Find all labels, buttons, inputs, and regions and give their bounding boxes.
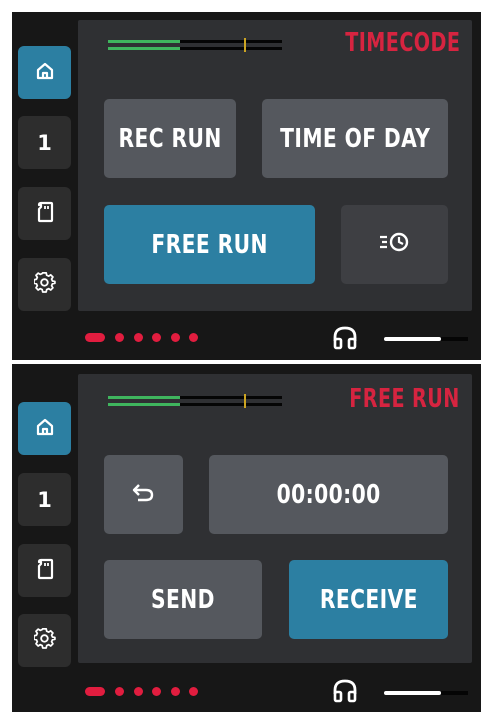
free-run-button[interactable]: FREE RUN	[104, 205, 315, 284]
page-dot-current	[85, 333, 105, 342]
gear-icon	[32, 627, 56, 654]
home-icon	[35, 417, 55, 441]
gear-icon	[32, 271, 56, 298]
main-screen: TIMECODE REC RUN TIME OF DAY FREE RUN	[78, 20, 472, 311]
volume-fill	[384, 337, 441, 341]
mode-title: FREE RUN	[349, 384, 460, 414]
volume-slider[interactable]	[384, 691, 468, 695]
back-button[interactable]	[104, 455, 183, 534]
page-dot	[134, 333, 143, 342]
sidebar-home-button[interactable]	[18, 46, 71, 99]
page-indicator	[85, 333, 205, 343]
page-dot	[171, 687, 180, 696]
free-run-panel: 1 FREE RUN 00:00:00 SEND RECEIVE	[12, 364, 481, 712]
headphones-icon[interactable]	[332, 678, 358, 704]
channel-number: 1	[37, 487, 52, 512]
volume-fill	[384, 691, 441, 695]
undo-arrow-icon	[132, 480, 156, 510]
volume-slider[interactable]	[384, 337, 468, 341]
send-button[interactable]: SEND	[104, 560, 262, 639]
timecode-value-field[interactable]: 00:00:00	[209, 455, 448, 534]
page-dot	[152, 687, 161, 696]
page-indicator	[85, 687, 205, 697]
sidebar-sd-card-button[interactable]	[18, 544, 71, 597]
headphones-icon[interactable]	[332, 325, 358, 351]
sidebar-settings-button[interactable]	[18, 614, 71, 667]
page-dot-current	[85, 687, 105, 696]
page-dot	[189, 687, 198, 696]
page-dot	[115, 687, 124, 696]
page-dot	[171, 333, 180, 342]
mode-title: TIMECODE	[344, 28, 460, 58]
home-icon	[35, 61, 55, 85]
audio-level-meter	[108, 394, 282, 408]
sd-card-icon	[35, 558, 55, 584]
sd-card-icon	[35, 201, 55, 227]
sidebar-settings-button[interactable]	[18, 258, 71, 311]
page-dot	[115, 333, 124, 342]
timecode-menu-panel: 1 TIMECODE REC RUN TIME OF DAY FREE RUN	[12, 12, 481, 360]
sidebar-channel-1-button[interactable]: 1	[18, 116, 71, 169]
page-dot	[189, 333, 198, 342]
list-clock-icon	[378, 230, 412, 260]
rec-run-button[interactable]: REC RUN	[104, 99, 236, 178]
receive-button[interactable]: RECEIVE	[289, 560, 448, 639]
main-screen: FREE RUN 00:00:00 SEND RECEIVE	[78, 374, 472, 663]
time-of-day-button[interactable]: TIME OF DAY	[262, 99, 448, 178]
channel-number: 1	[37, 130, 52, 155]
sidebar-home-button[interactable]	[18, 402, 71, 455]
sidebar-sd-card-button[interactable]	[18, 187, 71, 240]
audio-level-meter	[108, 38, 282, 52]
page-dot	[134, 687, 143, 696]
history-button[interactable]	[341, 205, 448, 284]
sidebar-channel-1-button[interactable]: 1	[18, 473, 71, 526]
page-dot	[152, 333, 161, 342]
